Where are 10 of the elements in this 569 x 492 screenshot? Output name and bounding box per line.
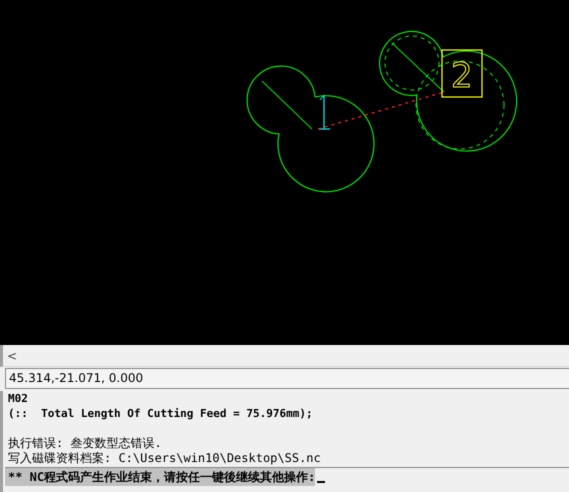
console-line: 写入磁碟资料档案: C:\Users\win10\Desktop\SS.nc bbox=[8, 451, 322, 466]
coordinates-field: 45.314,-21.071, 0.000 bbox=[5, 368, 569, 389]
tool-number: 2 bbox=[451, 56, 473, 96]
console-prompt: ** NC程式码产生作业结束，请按任一键後继续其他操作: bbox=[5, 468, 316, 486]
scroll-left-button[interactable]: < bbox=[3, 348, 22, 362]
tool-marker-box bbox=[441, 49, 483, 98]
console-line: 执行错误: 叁变数型态错误. bbox=[8, 436, 163, 451]
console-line: (:: Total Length Of Cutting Feed = 75.976mm); bbox=[8, 406, 314, 421]
console-line: M02 bbox=[8, 391, 29, 406]
text-cursor bbox=[317, 481, 326, 483]
